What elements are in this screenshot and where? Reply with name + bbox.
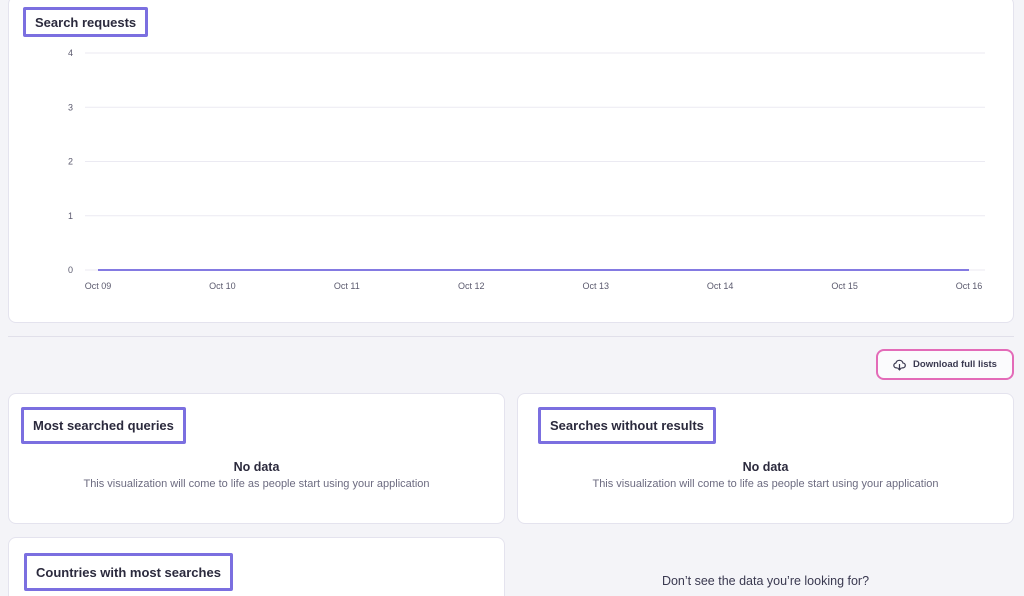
download-full-lists-button[interactable]: Download full lists [876,349,1014,380]
most-searched-queries-card: Most searched queries No data This visua… [8,393,505,524]
y-tick-label: 0 [68,265,73,275]
x-tick-label: Oct 11 [334,281,360,291]
searches-without-results-title: Searches without results [538,407,716,444]
empty-state: No data This visualization will come to … [518,460,1013,490]
help-prompt: Don’t see the data you’re looking for? [661,574,870,588]
countries-title: Countries with most searches [24,553,233,591]
y-tick-label: 3 [68,102,73,112]
empty-state: No data This visualization will come to … [9,460,504,490]
search-requests-card: 0 1 2 3 4 Oct 09 Oct 10 Oct 11 Oct 12 Oct 13 Oct 1… [8,0,1014,323]
x-tick-label: Oct 13 [582,281,609,291]
no-data-message: This visualization will come to life as … [592,478,939,490]
search-requests-title: Search requests [23,7,149,37]
y-tick-label: 1 [68,211,73,221]
most-searched-queries-title: Most searched queries [21,407,186,444]
x-tick-label: Oct 15 [831,281,858,291]
x-tick-label: Oct 14 [707,281,734,291]
no-data-message: This visualization will come to life as … [83,478,430,490]
search-requests-chart: 0 1 2 3 4 Oct 09 Oct 10 Oct 11 Oct 12 Oct 13 Oct 1… [68,48,985,291]
x-tick-label: Oct 16 [956,281,983,291]
no-data-title: No data [233,460,280,474]
download-full-lists-label: Download full lists [913,359,997,370]
countries-card: Countries with most searches [8,537,505,596]
searches-without-results-card: Searches without results No data This vi… [517,393,1014,524]
x-tick-label: Oct 12 [458,281,485,291]
x-tick-label: Oct 10 [209,281,236,291]
section-divider [8,336,1014,337]
y-tick-label: 2 [68,157,73,167]
no-data-title: No data [742,460,789,474]
x-tick-label: Oct 09 [85,281,112,291]
cloud-download-icon [893,359,906,371]
y-tick-label: 4 [68,48,73,58]
